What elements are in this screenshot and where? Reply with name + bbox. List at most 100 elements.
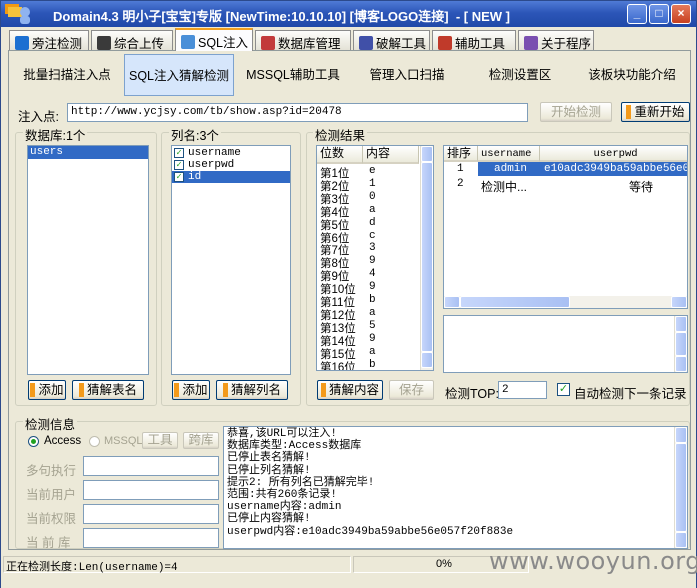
tool-button[interactable]: 工具 bbox=[142, 432, 178, 449]
log-text: 恭喜,该URL可以注入! 数据库类型:Access数据库 已停止表名猜解! 已停止列名… bbox=[227, 428, 513, 538]
start-detect-button[interactable]: 开始检测 bbox=[540, 102, 612, 122]
position-value[interactable]: 9 bbox=[369, 255, 376, 267]
position-value[interactable]: d bbox=[369, 217, 376, 229]
subtab-4[interactable]: 检测设置区 bbox=[464, 54, 576, 96]
top-input[interactable]: 2 bbox=[498, 381, 547, 399]
subtab-2[interactable]: MSSQL辅助工具 bbox=[237, 54, 349, 96]
minimize-button[interactable]: _ bbox=[627, 4, 647, 24]
url-input[interactable]: http://www.ycjsy.com/tb/show.asp?id=2047… bbox=[67, 103, 528, 122]
position-index[interactable]: 第16位 bbox=[320, 359, 356, 371]
guess-tables-button[interactable]: 猜解表名 bbox=[72, 380, 144, 400]
scroll-up-icon[interactable] bbox=[675, 427, 687, 443]
position-value[interactable]: a bbox=[369, 204, 376, 216]
orange-bar-icon bbox=[626, 105, 632, 119]
row2-username[interactable]: 检测中... bbox=[481, 178, 527, 195]
access-radio[interactable] bbox=[28, 436, 39, 447]
scroll-up-icon[interactable] bbox=[421, 146, 433, 162]
subtab-1[interactable]: SQL注入猜解检测 bbox=[124, 54, 234, 96]
scroll-down-icon[interactable] bbox=[675, 532, 687, 548]
tab-tools[interactable]: 辅助工具 bbox=[432, 30, 516, 51]
tab-label: SQL注入 bbox=[198, 36, 249, 50]
scroll-down-icon[interactable] bbox=[675, 356, 687, 372]
checkbox-icon[interactable]: ✓ bbox=[174, 172, 184, 182]
scroll-thumb[interactable] bbox=[675, 332, 687, 356]
close-button[interactable]: × bbox=[671, 4, 691, 24]
rank-header[interactable]: 排序 bbox=[444, 146, 478, 162]
subtab-0[interactable]: 批量扫描注入点 bbox=[11, 54, 123, 96]
subtab-3[interactable]: 管理入口扫描 bbox=[351, 54, 463, 96]
position-value[interactable]: 4 bbox=[369, 268, 376, 280]
subtab-5[interactable]: 该板块功能介绍 bbox=[577, 54, 687, 96]
position-value[interactable]: b bbox=[369, 359, 376, 371]
top-label: 检测TOP: bbox=[445, 387, 499, 401]
preview-scrollbar[interactable] bbox=[674, 316, 687, 372]
title-bar[interactable]: Domain4.3 明小子[宝宝]专版 [NewTime:10.10.10] [… bbox=[1, 1, 696, 27]
auto-next-checkbox[interactable]: ✓ bbox=[557, 383, 570, 396]
maximize-button[interactable]: □ bbox=[649, 4, 669, 24]
database-list[interactable]: users bbox=[27, 145, 149, 375]
checkbox-icon[interactable]: ✓ bbox=[174, 148, 184, 158]
column-item-username[interactable]: ✓ username bbox=[172, 147, 290, 159]
column-item-userpwd[interactable]: ✓ userpwd bbox=[172, 159, 290, 171]
add-col-label: 添加 bbox=[182, 383, 208, 397]
log-scrollbar[interactable] bbox=[674, 427, 687, 548]
current-db-field[interactable] bbox=[83, 528, 219, 548]
guess-content-button[interactable]: 猜解内容 bbox=[317, 380, 383, 400]
position-value[interactable]: 1 bbox=[369, 178, 376, 190]
hscroll-thumb[interactable] bbox=[460, 296, 570, 308]
position-value[interactable]: b bbox=[369, 294, 376, 306]
position-value[interactable]: c bbox=[369, 230, 376, 242]
add-db-button[interactable]: 添加 bbox=[28, 380, 66, 400]
row2-rank[interactable]: 2 bbox=[457, 178, 464, 190]
content-header[interactable]: 内容 bbox=[363, 146, 419, 164]
position-value[interactable]: 3 bbox=[369, 242, 376, 254]
crossdb-button[interactable]: 跨库 bbox=[183, 432, 219, 449]
multi-exec-field[interactable] bbox=[83, 456, 219, 476]
row1-username[interactable]: admin bbox=[494, 163, 527, 175]
orange-bar-icon bbox=[174, 383, 180, 397]
mssql-radio[interactable] bbox=[89, 436, 100, 447]
tab-globe[interactable]: 旁注检测 bbox=[9, 30, 89, 51]
scroll-down-icon[interactable] bbox=[421, 352, 433, 368]
row1-userpwd[interactable]: e10adc3949ba59abbe56e057 bbox=[544, 163, 687, 175]
tab-about[interactable]: 关于程序 bbox=[518, 30, 594, 51]
position-value[interactable]: 9 bbox=[369, 281, 376, 293]
scroll-thumb[interactable] bbox=[675, 443, 687, 532]
row2-userpwd[interactable]: 等待 bbox=[629, 178, 653, 195]
column-item-id[interactable]: ✓ id bbox=[172, 171, 290, 183]
row1-rank[interactable]: 1 bbox=[457, 163, 464, 175]
position-value[interactable]: 5 bbox=[369, 320, 376, 332]
add-col-button[interactable]: 添加 bbox=[172, 380, 210, 400]
tab-sql[interactable]: SQL注入 bbox=[175, 28, 253, 51]
tab-database[interactable]: 数据库管理 bbox=[255, 30, 351, 51]
position-value[interactable]: a bbox=[369, 307, 376, 319]
position-list[interactable]: 位数 内容 第1位 e 第2位 1 第3位 0 第4位 a 第5位 d 第6位 c 第7位 3 第8位 9 第9… bbox=[316, 145, 434, 371]
userpwd-header[interactable]: userpwd bbox=[540, 146, 687, 162]
scroll-up-icon[interactable] bbox=[675, 316, 687, 332]
log-box[interactable]: 恭喜,该URL可以注入! 数据库类型:Access数据库 已停止表名猜解! 已停止列名… bbox=[223, 426, 688, 549]
pos-header[interactable]: 位数 bbox=[317, 146, 363, 164]
position-value[interactable]: 0 bbox=[369, 191, 376, 203]
checkbox-icon[interactable]: ✓ bbox=[174, 160, 184, 170]
scroll-thumb[interactable] bbox=[421, 162, 433, 352]
results-table[interactable]: 排序 username userpwd 1 admin e10adc3949ba… bbox=[443, 145, 688, 309]
position-value[interactable]: 9 bbox=[369, 333, 376, 345]
position-value[interactable]: a bbox=[369, 346, 376, 358]
save-button[interactable]: 保存 bbox=[389, 380, 434, 400]
username-header[interactable]: username bbox=[478, 146, 540, 162]
columns-list[interactable]: ✓ username ✓ userpwd ✓ id bbox=[171, 145, 291, 375]
current-perm-field[interactable] bbox=[83, 504, 219, 524]
current-user-field[interactable] bbox=[83, 480, 219, 500]
database-item[interactable]: users bbox=[28, 146, 148, 159]
tab-upload[interactable]: 综合上传 bbox=[91, 30, 173, 51]
scroll-right-icon[interactable] bbox=[671, 296, 687, 308]
results-hscrollbar[interactable] bbox=[444, 296, 687, 308]
results-preview[interactable] bbox=[443, 315, 688, 373]
scroll-left-icon[interactable] bbox=[444, 296, 460, 308]
position-scrollbar[interactable] bbox=[420, 146, 433, 370]
guess-columns-button[interactable]: 猜解列名 bbox=[216, 380, 288, 400]
position-value[interactable]: e bbox=[369, 165, 376, 177]
tab-crack[interactable]: 破解工具 bbox=[353, 30, 430, 51]
restart-button[interactable]: 重新开始 bbox=[621, 102, 690, 122]
results-label: 检测结果 bbox=[313, 125, 368, 144]
